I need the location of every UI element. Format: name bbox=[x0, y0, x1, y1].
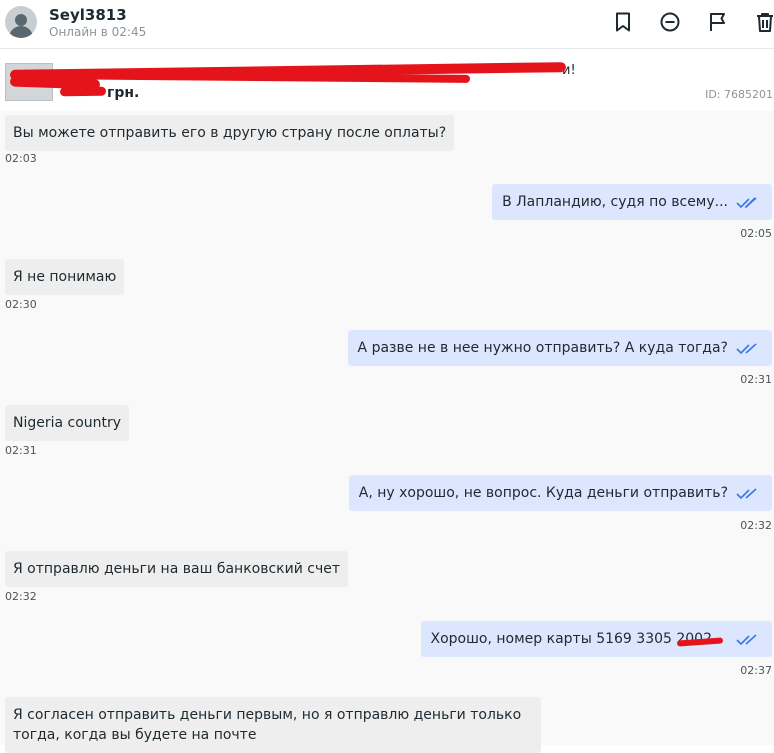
message-incoming: Я не понимаю bbox=[5, 259, 125, 295]
message-text: Я отправлю деньги на ваш банковский счет bbox=[13, 561, 341, 577]
block-icon[interactable] bbox=[659, 11, 681, 33]
message-text: А разве не в нее нужно отправить? А куда… bbox=[357, 340, 728, 356]
message-outgoing: Хорошо, номер карты 5169 3305 2002 bbox=[420, 621, 772, 657]
message-text: Я согласен отправить деньги первым, но я… bbox=[13, 707, 522, 743]
listing-id: ID: 7685201 bbox=[705, 88, 773, 101]
message-time: 02:31 bbox=[5, 444, 37, 457]
chat-header: Seyl3813 Онлайн в 02:45 bbox=[0, 0, 774, 49]
read-ticks-icon bbox=[736, 197, 757, 209]
message-text: Я не понимаю bbox=[13, 269, 117, 285]
flag-icon[interactable] bbox=[707, 11, 729, 33]
message-list[interactable]: Вы можете отправить его в другую страну … bbox=[0, 111, 774, 753]
read-ticks-icon bbox=[736, 634, 757, 646]
message-time: 02:32 bbox=[740, 519, 772, 532]
message-time: 02:32 bbox=[5, 590, 37, 603]
online-status: Онлайн в 02:45 bbox=[49, 25, 147, 39]
message-outgoing: А разве не в нее нужно отправить? А куда… bbox=[347, 330, 772, 366]
avatar[interactable] bbox=[5, 6, 37, 38]
message-time: 02:30 bbox=[5, 298, 37, 311]
message-incoming: Я отправлю деньги на ваш банковский счет bbox=[5, 551, 349, 587]
message-incoming: Nigeria country bbox=[5, 405, 130, 441]
trash-icon[interactable] bbox=[754, 11, 774, 33]
message-time: 02:37 bbox=[740, 664, 772, 677]
message-outgoing: В Лапландию, судя по всему... bbox=[492, 184, 772, 220]
username[interactable]: Seyl3813 bbox=[49, 6, 127, 24]
message-time: 02:31 bbox=[740, 373, 772, 386]
bookmark-icon[interactable] bbox=[612, 11, 634, 33]
message-text: Nigeria country bbox=[13, 415, 122, 431]
message-outgoing: А, ну хорошо, не вопрос. Куда деньги отп… bbox=[348, 475, 772, 511]
message-text: Хорошо, номер карты 5169 3305 2002 bbox=[430, 631, 712, 647]
listing-price: грн. bbox=[107, 85, 140, 101]
read-ticks-icon bbox=[736, 488, 757, 500]
avatar-body-shape bbox=[9, 26, 33, 38]
message-time: 02:03 bbox=[5, 152, 37, 165]
listing-summary[interactable]: и! грн. ID: 7685201 bbox=[0, 49, 774, 111]
read-ticks-icon bbox=[736, 343, 757, 355]
message-text: Вы можете отправить его в другую страну … bbox=[13, 125, 447, 141]
message-incoming: Вы можете отправить его в другую страну … bbox=[5, 115, 455, 151]
redaction-mark bbox=[59, 86, 107, 97]
message-text: А, ну хорошо, не вопрос. Куда деньги отп… bbox=[358, 485, 728, 501]
message-text: В Лапландию, судя по всему... bbox=[502, 194, 728, 210]
avatar-head-shape bbox=[15, 14, 27, 26]
message-time: 02:05 bbox=[740, 227, 772, 240]
